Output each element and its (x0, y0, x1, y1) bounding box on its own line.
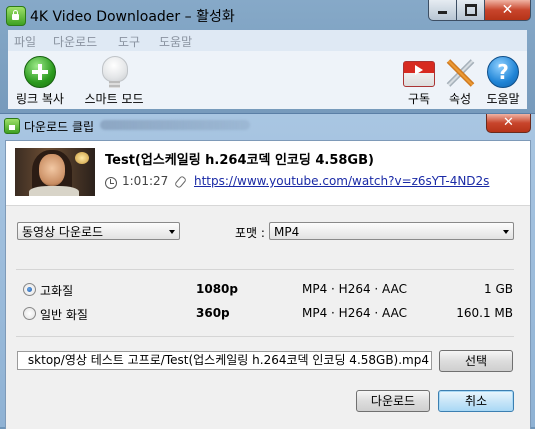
minimize-icon (438, 11, 447, 14)
paste-link-button[interactable]: 링크 복사 (8, 53, 72, 107)
maximize-button[interactable] (456, 0, 485, 21)
divider (16, 269, 514, 270)
video-url-link[interactable]: https://www.youtube.com/watch?v=z6sYT-4N… (194, 174, 489, 188)
download-clip-dialog: 다운로드 클립 ✕ Test(업스케일링 h.264코덱 인코딩 4.58GB)… (0, 113, 535, 429)
add-link-icon (24, 56, 56, 88)
window-title: 4K Video Downloader – 활성화 (30, 9, 235, 25)
video-thumbnail (15, 148, 95, 196)
video-info: Test(업스케일링 h.264코덱 인코딩 4.58GB) 1:01:27 h… (6, 141, 530, 205)
menu-bar: 파일 다운로드 도구 도움말 (8, 30, 527, 52)
help-button[interactable]: ? 도움말 (480, 53, 526, 107)
main-titlebar: 4K Video Downloader – 활성화 ✕ (0, 0, 535, 30)
close-button[interactable]: ✕ (484, 0, 531, 21)
help-label: 도움말 (486, 92, 520, 106)
app-lock-icon (6, 6, 26, 26)
blurred-title-area (100, 120, 250, 130)
dialog-body: Test(업스케일링 h.264코덱 인코딩 4.58GB) 1:01:27 h… (5, 140, 531, 429)
quality-size: 1 GB (484, 282, 513, 296)
toolbar: 링크 복사 스마트 모드 구독 속성 ? 도움말 (8, 51, 527, 109)
chevron-down-icon (169, 230, 175, 234)
download-options: 동영상 다운로드 포맷 : MP4 고화질 1080p MP4 · H264 ·… (6, 205, 530, 429)
download-mode-value: 동영상 다운로드 (22, 225, 104, 239)
quality-codec: MP4 · H264 · AAC (302, 306, 407, 320)
smart-mode-label: 스마트 모드 (84, 92, 144, 106)
menu-file[interactable]: 파일 (14, 33, 36, 50)
quality-resolution: 360p (196, 306, 230, 320)
quality-radio-high[interactable] (23, 283, 36, 296)
quality-resolution: 1080p (196, 282, 238, 296)
format-select[interactable]: MP4 (269, 222, 514, 240)
tools-icon (444, 56, 476, 88)
preferences-button[interactable]: 속성 (438, 53, 482, 107)
download-mode-select[interactable]: 동영상 다운로드 (17, 222, 180, 240)
quality-label: 고화질 (40, 284, 74, 298)
clock-icon (105, 177, 117, 189)
dialog-title: 다운로드 클립 (24, 120, 95, 134)
quality-option-high[interactable]: 고화질 1080p MP4 · H264 · AAC 1 GB (6, 281, 530, 299)
help-icon: ? (487, 56, 519, 88)
divider (16, 336, 514, 337)
video-duration: 1:01:27 (122, 174, 169, 188)
subscriptions-label: 구독 (407, 92, 431, 106)
quality-radio-normal[interactable] (23, 307, 36, 320)
save-path-input[interactable]: sktop/영상 테스트 고프로/Test(업스케일링 h.264코덱 인코딩 … (17, 351, 432, 370)
quality-label: 일반 화질 (40, 308, 88, 322)
lightbulb-icon (102, 56, 128, 88)
browse-button[interactable]: 선택 (439, 350, 513, 372)
download-button[interactable]: 다운로드 (356, 390, 430, 412)
preferences-label: 속성 (448, 92, 472, 106)
smart-mode-button[interactable]: 스마트 모드 (74, 53, 154, 107)
subscriptions-button[interactable]: 구독 (396, 53, 442, 107)
format-label: 포맷 : (235, 226, 265, 240)
youtube-icon (403, 61, 435, 87)
menu-download[interactable]: 다운로드 (53, 33, 97, 50)
minimize-button[interactable] (428, 0, 457, 21)
maximize-icon (465, 4, 477, 16)
menu-help[interactable]: 도움말 (159, 33, 192, 50)
chevron-down-icon (503, 230, 509, 234)
video-title: Test(업스케일링 h.264코덱 인코딩 4.58GB) (105, 153, 374, 168)
dialog-titlebar[interactable]: 다운로드 클립 ✕ (0, 114, 535, 138)
cancel-button[interactable]: 취소 (438, 390, 514, 412)
dialog-close-button[interactable]: ✕ (486, 114, 531, 133)
quality-size: 160.1 MB (456, 306, 513, 320)
save-path-value: sktop/영상 테스트 고프로/Test(업스케일링 h.264코덱 인코딩 … (27, 353, 429, 367)
menu-tools[interactable]: 도구 (118, 33, 140, 50)
paste-link-label: 링크 복사 (16, 92, 64, 106)
close-icon: ✕ (501, 2, 514, 18)
quality-codec: MP4 · H264 · AAC (302, 282, 407, 296)
link-icon (173, 175, 188, 189)
quality-option-normal[interactable]: 일반 화질 360p MP4 · H264 · AAC 160.1 MB (6, 305, 530, 323)
dialog-lock-icon (4, 118, 20, 134)
format-value: MP4 (274, 225, 300, 239)
